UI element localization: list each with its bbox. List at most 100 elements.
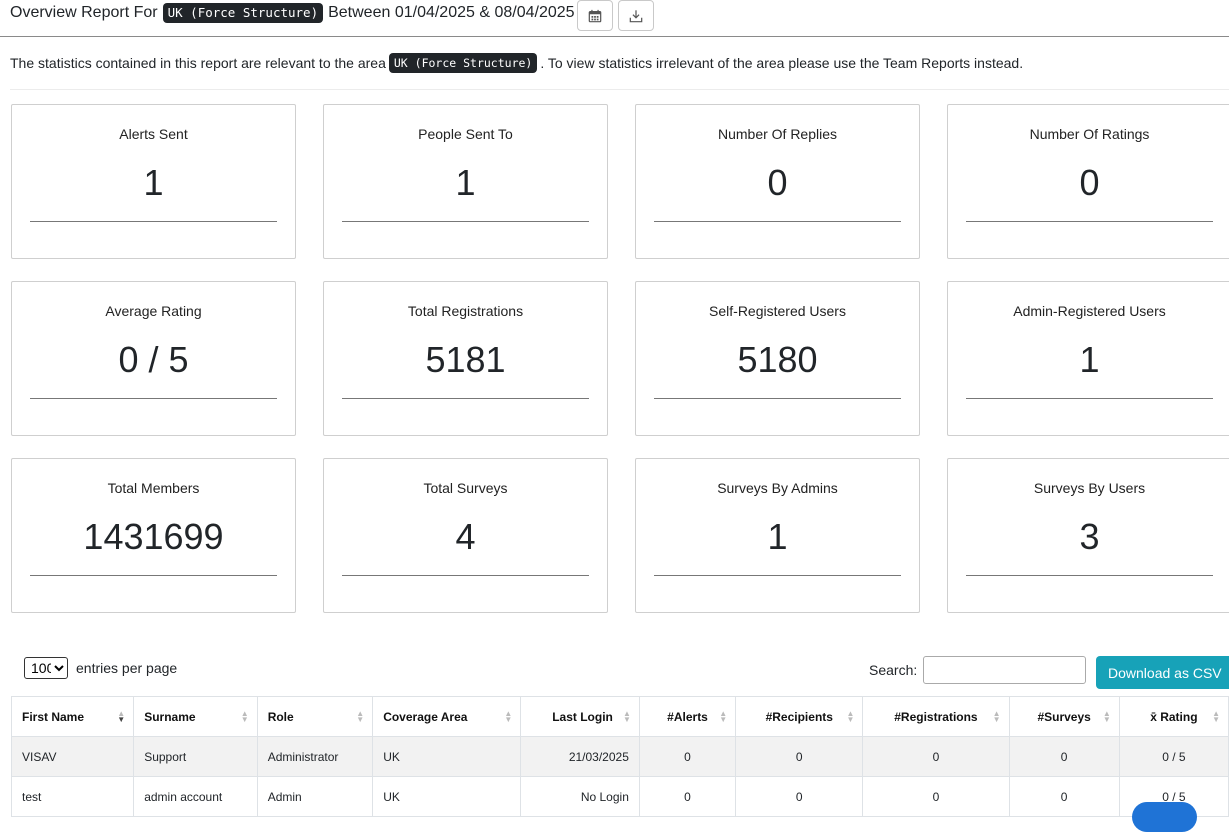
stat-value: 1	[455, 162, 476, 203]
stat-card-people-sent-to: People Sent To 1	[323, 104, 608, 259]
stat-divider	[30, 398, 277, 399]
cell-surname: admin account	[133, 776, 258, 817]
column-header-role[interactable]: Role ▲ ▼	[256, 696, 374, 737]
stat-divider	[966, 221, 1213, 222]
stat-value: 0	[767, 162, 788, 203]
stat-label: Surveys By Users	[1033, 480, 1146, 496]
stat-card-total-surveys: Total Surveys 4	[323, 458, 608, 613]
table-header-row: First Name ▲ ▼ Surname ▲ ▼ Role ▲ ▼ Coverage A…	[10, 696, 1229, 737]
sort-icon: ▲ ▼	[117, 709, 126, 724]
cell-surveys: 0	[1008, 736, 1120, 777]
download-report-button[interactable]	[618, 0, 654, 31]
cell-role: Admin	[256, 776, 374, 817]
table-search: Search:	[869, 656, 1087, 684]
cell-alerts: 0	[638, 736, 737, 777]
stat-label: Total Registrations	[407, 303, 524, 319]
cell-surname: Support	[133, 736, 258, 777]
search-input[interactable]	[923, 656, 1087, 684]
stat-value: 3	[1079, 516, 1100, 557]
stat-label: Number Of Ratings	[1029, 126, 1150, 142]
stat-divider	[654, 575, 901, 576]
calendar-icon	[588, 9, 602, 22]
area-badge: UK (Force Structure)	[162, 3, 324, 23]
title-prefix: Overview Report For	[10, 4, 158, 21]
stat-label: Surveys By Admins	[717, 480, 838, 496]
stat-card-number-of-ratings: Number Of Ratings 0	[947, 104, 1229, 259]
sort-icon: ▲ ▼	[992, 709, 1001, 724]
download-icon	[629, 9, 643, 22]
cell-registrations: 0	[862, 736, 1010, 777]
cell-alerts: 0	[638, 776, 737, 817]
cell-surveys: 0	[1008, 776, 1120, 817]
calendar-button[interactable]	[577, 0, 613, 31]
report-header: Overview Report For UK (Force Structure)…	[0, 0, 1229, 37]
stat-divider	[654, 221, 901, 222]
stat-divider	[342, 398, 589, 399]
stat-value: 5180	[737, 339, 818, 380]
entries-per-page: 100 entries per page	[24, 657, 177, 679]
stat-value: 1	[143, 162, 164, 203]
stat-card-total-members: Total Members 1431699	[11, 458, 296, 613]
stat-label: Number Of Replies	[717, 126, 838, 142]
cell-coverage-area: UK	[372, 736, 522, 777]
stat-label: Admin-Registered Users	[1013, 303, 1166, 319]
stat-value: 5181	[425, 339, 506, 380]
cell-coverage-area: UK	[372, 776, 522, 817]
chat-widget-button[interactable]	[1132, 802, 1197, 832]
stat-card-total-registrations: Total Registrations 5181	[323, 281, 608, 436]
sort-icon: ▲ ▼	[356, 709, 365, 724]
sort-icon: ▲ ▼	[622, 709, 631, 724]
users-table: First Name ▲ ▼ Surname ▲ ▼ Role ▲ ▼ Coverage A…	[10, 696, 1229, 817]
column-header-alerts[interactable]: #Alerts ▲ ▼	[638, 696, 737, 737]
stat-divider	[30, 575, 277, 576]
stat-label: Total Members	[107, 480, 200, 496]
column-header-recipients[interactable]: #Recipients ▲ ▼	[735, 696, 864, 737]
stat-label: Self-Registered Users	[709, 303, 846, 319]
stat-card-self-registered-users: Self-Registered Users 5180	[635, 281, 920, 436]
column-header-registrations[interactable]: #Registrations ▲ ▼	[862, 696, 1010, 737]
intro-text: The statistics contained in this report …	[10, 53, 1023, 73]
column-header-coverage-area[interactable]: Coverage Area ▲ ▼	[372, 696, 522, 737]
entries-select[interactable]: 100	[24, 657, 68, 679]
stat-value: 1	[1079, 339, 1100, 380]
column-header-rating[interactable]: x̄ Rating ▲ ▼	[1118, 696, 1229, 737]
cell-rating: 0 / 5	[1118, 736, 1229, 777]
cell-first-name: test	[10, 776, 135, 817]
entries-label: entries per page	[76, 660, 178, 676]
sort-icon: ▲ ▼	[1212, 709, 1220, 724]
cell-first-name: VISAV	[10, 736, 135, 777]
title-date-range: Between 01/04/2025 & 08/04/2025	[328, 4, 575, 21]
stat-divider	[654, 398, 901, 399]
column-header-surname[interactable]: Surname ▲ ▼	[133, 696, 258, 737]
sort-icon: ▲ ▼	[1102, 709, 1111, 724]
sort-icon: ▲ ▼	[504, 709, 513, 724]
intro-before: The statistics contained in this report …	[10, 55, 386, 71]
stat-value: 0	[1079, 162, 1100, 203]
stat-divider	[966, 575, 1213, 576]
stat-value: 0 / 5	[118, 339, 189, 380]
column-header-surveys[interactable]: #Surveys ▲ ▼	[1008, 696, 1120, 737]
cell-last-login: No Login	[520, 776, 640, 817]
table-row: test admin account Admin UK No Login 0 0…	[10, 776, 1229, 817]
intro-after: . To view statistics irrelevant of the a…	[540, 55, 1024, 71]
cell-role: Administrator	[256, 736, 374, 777]
table-row: VISAV Support Administrator UK 21/03/202…	[10, 736, 1229, 777]
stat-divider	[342, 221, 589, 222]
page-title: Overview Report For UK (Force Structure)…	[10, 3, 575, 23]
column-header-first-name[interactable]: First Name ▲ ▼	[10, 696, 135, 737]
stat-card-average-rating: Average Rating 0 / 5	[11, 281, 296, 436]
intro-divider	[10, 89, 1229, 90]
stat-label: Average Rating	[105, 303, 202, 319]
cell-last-login: 21/03/2025	[520, 736, 640, 777]
cell-recipients: 0	[735, 776, 864, 817]
stat-card-surveys-by-admins: Surveys By Admins 1	[635, 458, 920, 613]
intro-area-badge: UK (Force Structure)	[388, 53, 538, 73]
stat-label: Alerts Sent	[119, 126, 188, 142]
sort-icon: ▲ ▼	[846, 709, 855, 724]
stat-card-admin-registered-users: Admin-Registered Users 1	[947, 281, 1229, 436]
search-label: Search:	[869, 662, 918, 678]
stat-card-number-of-replies: Number Of Replies 0	[635, 104, 920, 259]
stat-card-alerts-sent: Alerts Sent 1	[11, 104, 296, 259]
download-csv-button[interactable]: Download as CSV	[1096, 656, 1229, 689]
column-header-last-login[interactable]: Last Login ▲ ▼	[520, 696, 640, 737]
